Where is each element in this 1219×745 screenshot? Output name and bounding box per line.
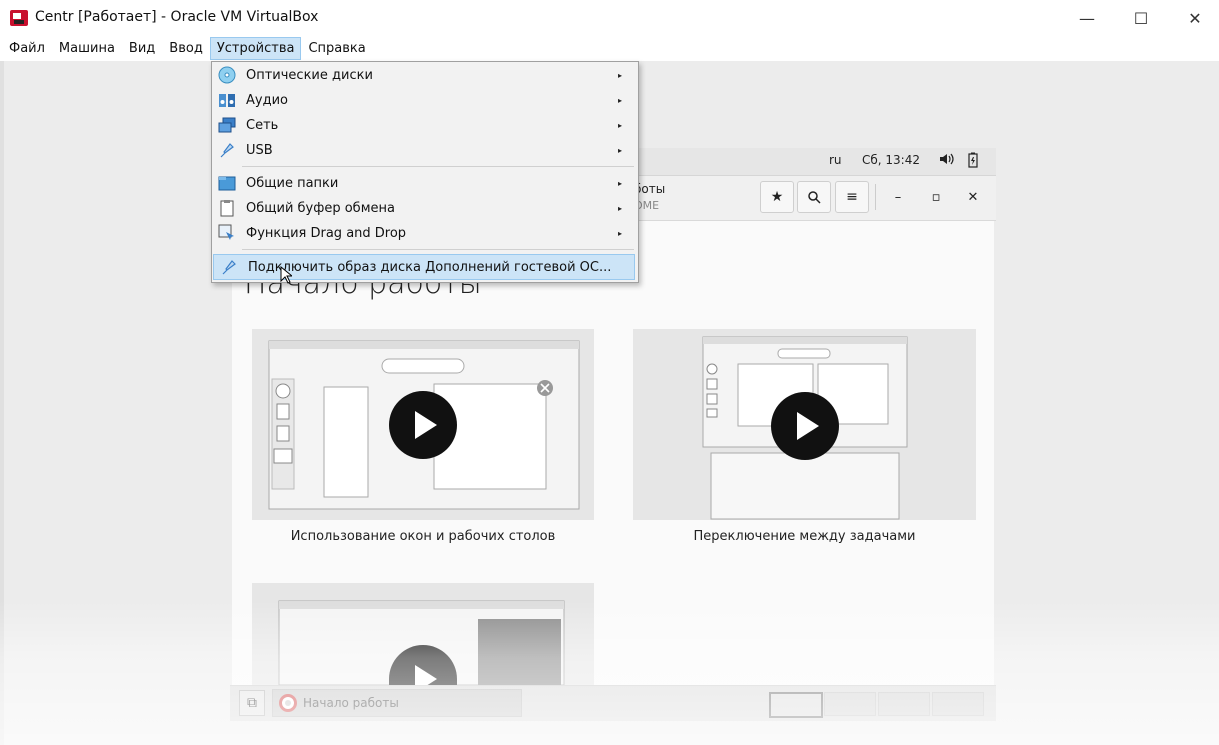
menu-optical-disks[interactable]: Оптические диски ▸ (212, 63, 636, 87)
workspace-2[interactable] (824, 692, 876, 716)
virtualbox-logo-icon (9, 8, 29, 28)
show-desktop-icon: ⧉ (247, 695, 257, 711)
battery-icon[interactable] (967, 152, 979, 172)
audio-icon (216, 90, 238, 110)
submenu-arrow-icon: ▸ (617, 178, 622, 188)
guest-clock[interactable]: Сб, 13:42 (862, 153, 920, 167)
lifebuoy-icon (279, 694, 297, 712)
menu-separator (242, 249, 634, 250)
submenu-arrow-icon: ▸ (617, 203, 622, 213)
menu-item-label: Подключить образ диска Дополнений гостев… (248, 259, 612, 275)
guest-minimize-button[interactable]: – (888, 187, 908, 207)
search-button[interactable] (797, 181, 831, 213)
maximize-button[interactable]: ☐ (1114, 0, 1168, 36)
menu-item-label: Оптические диски (246, 67, 373, 83)
menu-devices[interactable]: Устройства (209, 37, 302, 60)
submenu-arrow-icon: ▸ (617, 95, 622, 105)
submenu-arrow-icon: ▸ (617, 145, 622, 155)
workspace-3[interactable] (878, 692, 930, 716)
tile-caption[interactable]: Переключение между задачами (633, 529, 976, 544)
usb-icon (216, 140, 238, 160)
shared-folder-icon (216, 173, 238, 193)
hamburger-icon: ≡ (846, 189, 858, 205)
menu-machine[interactable]: Машина (52, 37, 122, 60)
header-divider (875, 184, 876, 210)
menu-separator (242, 166, 634, 167)
menu-item-label: USB (246, 142, 273, 158)
taskbar-app-button[interactable]: Начало работы (272, 689, 522, 717)
menu-bar: Файл Машина Вид Ввод Устройства Справка (0, 36, 1219, 61)
clipboard-icon (216, 198, 238, 218)
minimize-button[interactable]: — (1060, 0, 1114, 36)
menu-help[interactable]: Справка (301, 37, 372, 60)
play-icon (415, 665, 437, 685)
menu-network[interactable]: Сеть ▸ (212, 113, 636, 137)
drag-drop-icon (216, 223, 238, 243)
menu-shared-folders[interactable]: Общие папки ▸ (212, 171, 636, 195)
hamburger-menu-button[interactable]: ≡ (835, 181, 869, 213)
menu-item-label: Сеть (246, 117, 279, 133)
mouse-cursor-icon (280, 265, 294, 288)
workspace-4[interactable] (932, 692, 984, 716)
play-icon (797, 412, 819, 440)
submenu-arrow-icon: ▸ (617, 120, 622, 130)
menu-drag-and-drop[interactable]: Функция Drag and Drop ▸ (212, 221, 636, 245)
search-icon (808, 191, 821, 204)
vm-display-edge (0, 61, 4, 745)
menu-item-label: Функция Drag and Drop (246, 225, 407, 241)
menu-shared-clipboard[interactable]: Общий буфер обмена ▸ (212, 196, 636, 220)
play-button[interactable] (389, 391, 457, 459)
menu-file[interactable]: Файл (2, 37, 52, 60)
show-desktop-button[interactable]: ⧉ (239, 690, 265, 716)
guest-maximize-button[interactable]: ▫ (926, 187, 946, 207)
menu-view[interactable]: Вид (122, 37, 162, 60)
submenu-arrow-icon: ▸ (617, 228, 622, 238)
keyboard-layout-indicator[interactable]: ru (829, 153, 842, 167)
close-button[interactable]: ✕ (1168, 0, 1219, 36)
menu-item-label: Общий буфер обмена (246, 200, 395, 216)
taskbar-app-label: Начало работы (303, 696, 399, 710)
menu-audio[interactable]: Аудио ▸ (212, 88, 636, 112)
play-button[interactable] (771, 392, 839, 460)
menu-item-label: Общие папки (246, 175, 339, 191)
star-icon: ★ (770, 189, 784, 205)
guest-additions-icon (218, 257, 240, 277)
menu-input[interactable]: Ввод (162, 37, 210, 60)
play-icon (415, 411, 437, 439)
network-icon (216, 115, 238, 135)
optical-disc-icon (216, 65, 238, 85)
volume-icon[interactable] (938, 152, 954, 169)
guest-close-button[interactable]: ✕ (963, 187, 983, 207)
menu-insert-guest-additions[interactable]: Подключить образ диска Дополнений гостев… (213, 254, 635, 280)
window-title: Centr [Работает] - Oracle VM VirtualBox (35, 9, 319, 25)
workspace-1[interactable] (769, 692, 823, 718)
menu-item-label: Аудио (246, 92, 288, 108)
bookmark-star-button[interactable]: ★ (760, 181, 794, 213)
tile-caption[interactable]: Использование окон и рабочих столов (252, 529, 594, 544)
submenu-arrow-icon: ▸ (617, 70, 622, 80)
menu-usb[interactable]: USB ▸ (212, 138, 636, 162)
